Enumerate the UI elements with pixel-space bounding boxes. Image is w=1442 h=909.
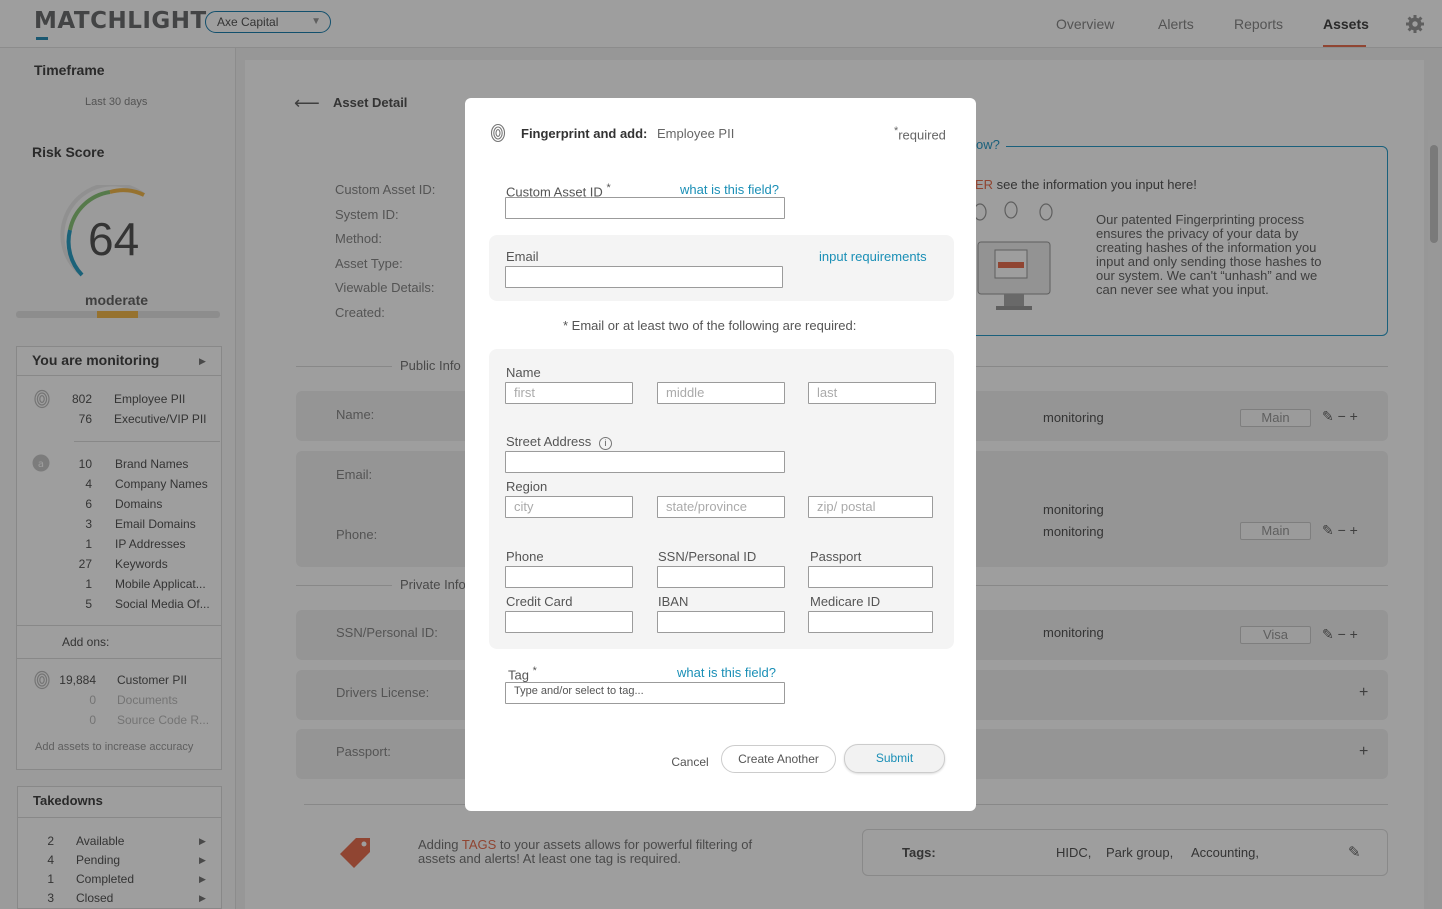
credit-card-input[interactable]: [505, 611, 633, 633]
phone-input[interactable]: [505, 566, 633, 588]
create-another-button[interactable]: Create Another: [721, 745, 836, 773]
required-text: required: [898, 127, 946, 143]
tag-label-text: Tag: [508, 667, 529, 683]
modal-title: Fingerprint and add:: [521, 126, 648, 141]
middle-name-input[interactable]: middle: [657, 382, 785, 404]
last-name-input[interactable]: last: [808, 382, 936, 404]
ssn-input[interactable]: [657, 566, 785, 588]
passport-input[interactable]: [808, 566, 933, 588]
tag-what-is-this-field-link[interactable]: what is this field?: [677, 665, 776, 680]
iban-label: IBAN: [658, 594, 689, 609]
email-input[interactable]: [505, 266, 783, 288]
street-address-label: Street Address i: [506, 434, 612, 450]
state-input[interactable]: state/province: [657, 496, 785, 518]
cancel-button[interactable]: Cancel: [664, 750, 716, 774]
custom-id-input[interactable]: [505, 197, 785, 219]
ssn-label: SSN/Personal ID: [658, 549, 757, 564]
zip-input[interactable]: zip/ postal: [808, 496, 933, 518]
phone-label: Phone: [506, 549, 544, 564]
tag-input[interactable]: Type and/or select to tag...: [505, 682, 785, 704]
what-is-this-field-link[interactable]: what is this field?: [680, 182, 779, 197]
street-address-label-text: Street Address: [506, 434, 592, 449]
medicare-input[interactable]: [808, 611, 933, 633]
city-input[interactable]: city: [505, 496, 633, 518]
fingerprint-icon: [490, 123, 506, 143]
region-label: Region: [506, 479, 548, 494]
credit-card-label: Credit Card: [506, 594, 573, 609]
tag-label: Tag *: [508, 665, 537, 682]
medicare-label: Medicare ID: [810, 594, 881, 609]
input-requirements-link[interactable]: input requirements: [819, 249, 927, 264]
required-note: *required: [894, 125, 946, 142]
fingerprint-modal: Fingerprint and add: Employee PII *requi…: [465, 98, 976, 811]
passport-label: Passport: [810, 549, 862, 564]
modal-subtitle: Employee PII: [657, 126, 735, 141]
submit-button[interactable]: Submit: [844, 744, 945, 773]
required-star: *: [532, 665, 537, 677]
street-address-input[interactable]: [505, 451, 785, 473]
first-name-input[interactable]: first: [505, 382, 633, 404]
iban-input[interactable]: [657, 611, 785, 633]
requirement-note: * Email or at least two of the following…: [563, 318, 857, 333]
required-star: *: [606, 182, 611, 194]
name-label: Name: [506, 365, 541, 380]
info-icon[interactable]: i: [598, 437, 612, 450]
email-label: Email: [506, 249, 539, 264]
